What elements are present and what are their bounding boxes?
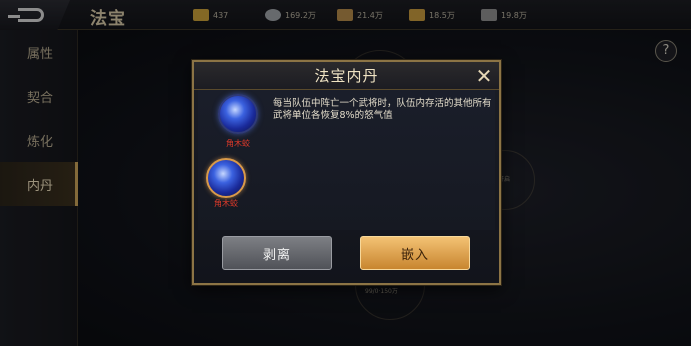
- dialog-title: 法宝内丹: [314, 67, 379, 85]
- pill-content-panel: 角木蛟 每当队伍中阵亡一个武将时，队伍内存活的其他所有武将单位各恢复8%的怒气值…: [198, 90, 495, 230]
- inner-pill-orb-icon[interactable]: [218, 94, 258, 134]
- pill-name-label: 角木蛟: [214, 199, 238, 208]
- close-icon: ✕: [475, 64, 493, 88]
- dialog-header: 法宝内丹 ✕: [194, 62, 499, 90]
- close-button[interactable]: ✕: [472, 64, 496, 88]
- inner-pill-orb-icon[interactable]: [206, 158, 246, 198]
- inner-pill-dialog: 法宝内丹 ✕ 角木蛟 每当队伍中阵亡一个武将时，队伍内存活的其他所有武将单位各恢…: [192, 60, 501, 285]
- strip-button[interactable]: 剥离: [222, 236, 332, 270]
- embed-button[interactable]: 嵌入: [360, 236, 470, 270]
- pill-description: 每当队伍中阵亡一个武将时，队伍内存活的其他所有武将单位各恢复8%的怒气值: [273, 98, 492, 121]
- pill-name-label: 角木蛟: [226, 139, 250, 148]
